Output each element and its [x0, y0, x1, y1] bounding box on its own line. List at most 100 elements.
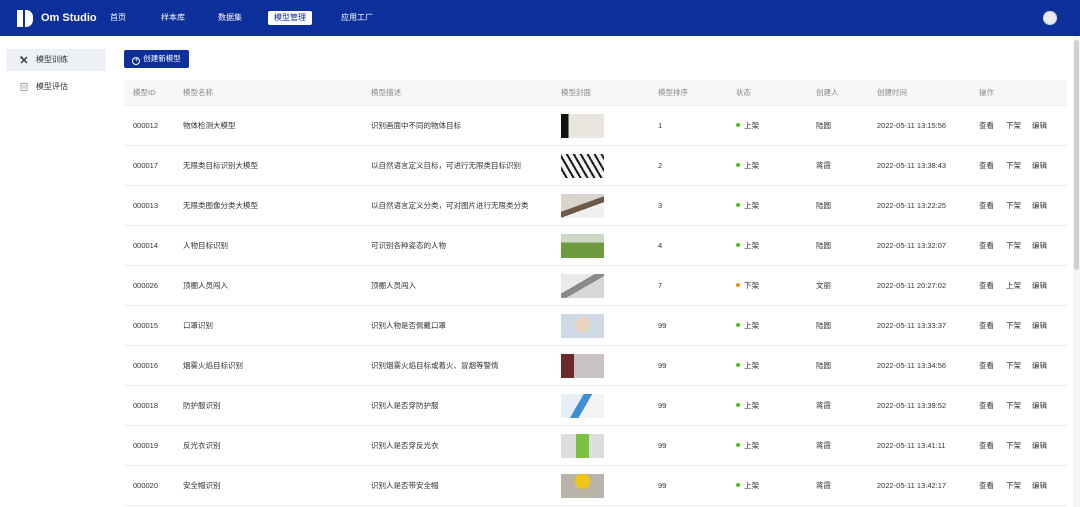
toggle-shelf-link[interactable]: 下架 [1006, 306, 1021, 346]
edit-link[interactable]: 编辑 [1032, 186, 1047, 226]
status-label: 上架 [744, 161, 759, 170]
status-dot-icon [736, 123, 740, 127]
view-link[interactable]: 查看 [979, 186, 994, 226]
status-label: 上架 [744, 441, 759, 450]
status-badge: 上架 [736, 466, 759, 506]
column-header-name: 模型名称 [183, 88, 213, 97]
view-link[interactable]: 查看 [979, 266, 994, 306]
table-row: 000019 反光衣识别 识别人是否穿反光衣 99 上架 蒋霞 2022-05-11 13:… [124, 426, 1067, 466]
table-row: 000014 人物目标识别 可识别各种姿态的人物 4 上架 陆圆 2022-05-11 13… [124, 226, 1067, 266]
cell-created-time: 2022-05-11 13:22:25 [877, 201, 947, 210]
edit-link[interactable]: 编辑 [1032, 306, 1047, 346]
edit-link[interactable]: 编辑 [1032, 426, 1047, 466]
column-header-created-time: 创建时间 [877, 88, 907, 97]
status-dot-icon [736, 203, 740, 207]
cell-model-name: 物体检测大模型 [183, 121, 236, 130]
toggle-shelf-link[interactable]: 下架 [1006, 426, 1021, 466]
toggle-shelf-link[interactable]: 下架 [1006, 226, 1021, 266]
column-header-rank: 模型排序 [658, 88, 688, 97]
cell-created-time: 2022-05-11 13:39:52 [877, 401, 947, 410]
cell-model-rank: 1 [658, 121, 663, 130]
cell-creator: 陆圆 [816, 121, 831, 130]
cell-model-id: 000018 [133, 401, 159, 410]
cell-model-rank: 99 [658, 361, 667, 370]
cell-model-rank: 99 [658, 321, 667, 330]
status-badge: 上架 [736, 146, 759, 186]
edit-link[interactable]: 编辑 [1032, 106, 1047, 146]
edit-link[interactable]: 编辑 [1032, 226, 1047, 266]
create-model-button[interactable]: + 创建新模型 [124, 50, 189, 68]
view-link[interactable]: 查看 [979, 466, 994, 506]
view-link[interactable]: 查看 [979, 226, 994, 266]
edit-link[interactable]: 编辑 [1032, 266, 1047, 306]
status-label: 上架 [744, 241, 759, 250]
view-link[interactable]: 查看 [979, 346, 994, 386]
cell-model-name: 烟雾火焰目标识别 [183, 361, 243, 370]
scrollbar-thumb[interactable] [1074, 40, 1079, 270]
cell-model-description: 以自然语言定义分类，可对图片进行无限类分类 [371, 201, 529, 210]
edit-link[interactable]: 编辑 [1032, 466, 1047, 506]
cell-creator: 蒋霞 [816, 401, 831, 410]
sidebar-item-label: 模型评估 [36, 82, 68, 91]
nav-item-sample-library[interactable]: 样本库 [161, 11, 185, 25]
sidebar-item-model-training[interactable]: 模型训练 [6, 49, 106, 71]
nav-item-home[interactable]: 首页 [110, 11, 126, 25]
cell-created-time: 2022-05-11 13:41:11 [877, 441, 946, 450]
cell-model-name: 防护服识别 [183, 401, 221, 410]
cell-model-rank: 99 [658, 481, 667, 490]
nav-item-model-management[interactable]: 模型管理 [268, 11, 312, 25]
toggle-shelf-link[interactable]: 下架 [1006, 146, 1021, 186]
edit-link[interactable]: 编辑 [1032, 346, 1047, 386]
toggle-shelf-link[interactable]: 下架 [1006, 346, 1021, 386]
status-label: 上架 [744, 121, 759, 130]
cell-created-time: 2022-05-11 13:34:56 [877, 361, 947, 370]
edit-link[interactable]: 编辑 [1032, 146, 1047, 186]
page-scrollbar[interactable] [1073, 36, 1080, 507]
cell-creator: 陆圆 [816, 241, 831, 250]
cell-created-time: 2022-05-11 13:15:56 [877, 121, 947, 130]
view-link[interactable]: 查看 [979, 106, 994, 146]
cell-creator: 蒋霞 [816, 441, 831, 450]
cell-model-id: 000026 [133, 281, 159, 290]
status-label: 下架 [744, 281, 759, 290]
top-navigation-bar: Om Studio 首页 样本库 数据集 模型管理 应用工厂 [0, 0, 1080, 36]
cell-created-time: 2022-05-11 13:33:37 [877, 321, 947, 330]
table-row: 000015 口罩识别 识别人物是否佩戴口罩 99 上架 陆圆 2022-05-11 13:… [124, 306, 1067, 346]
sidebar-item-label: 模型训练 [36, 55, 68, 64]
user-avatar[interactable] [1043, 11, 1057, 25]
cell-model-id: 000019 [133, 441, 159, 450]
sidebar: 模型训练 模型评估 [0, 36, 114, 507]
cell-creator: 陆圆 [816, 361, 831, 370]
status-badge: 下架 [736, 266, 759, 306]
cell-model-rank: 7 [658, 281, 663, 290]
cell-model-description: 以自然语言定义目标，可进行无限类目标识别 [371, 161, 521, 170]
toggle-shelf-link[interactable]: 下架 [1006, 186, 1021, 226]
sidebar-item-model-evaluation[interactable]: 模型评估 [6, 76, 106, 98]
model-cover-image [561, 314, 604, 338]
view-link[interactable]: 查看 [979, 426, 994, 466]
plus-circle-icon: + [132, 57, 141, 65]
cell-model-id: 000014 [133, 241, 159, 250]
status-dot-icon [736, 483, 740, 487]
toggle-shelf-link[interactable]: 上架 [1006, 266, 1021, 306]
app-logo[interactable]: Om Studio [17, 9, 97, 27]
main-panel: + 创建新模型 模型ID 模型名称 模型描述 模型封面 模型排序 状态 创建人 创… [114, 36, 1080, 507]
status-dot-icon [736, 283, 740, 287]
nav-item-dataset[interactable]: 数据集 [218, 11, 242, 25]
toggle-shelf-link[interactable]: 下架 [1006, 106, 1021, 146]
table-row: 000012 物体检测大模型 识别画面中不同的物体目标 1 上架 陆圆 2022-05-11… [124, 106, 1067, 146]
cell-model-rank: 99 [658, 441, 667, 450]
cell-model-description: 识别人是否穿防护服 [371, 401, 439, 410]
view-link[interactable]: 查看 [979, 146, 994, 186]
view-link[interactable]: 查看 [979, 386, 994, 426]
status-dot-icon [736, 323, 740, 327]
status-label: 上架 [744, 321, 759, 330]
nav-item-app-factory[interactable]: 应用工厂 [341, 11, 373, 25]
edit-link[interactable]: 编辑 [1032, 386, 1047, 426]
toggle-shelf-link[interactable]: 下架 [1006, 466, 1021, 506]
cell-created-time: 2022-05-11 13:32:07 [877, 241, 947, 250]
view-link[interactable]: 查看 [979, 306, 994, 346]
cell-created-time: 2022-05-11 13:38:43 [877, 161, 947, 170]
toggle-shelf-link[interactable]: 下架 [1006, 386, 1021, 426]
cell-model-name: 无限类目标识别大模型 [183, 161, 258, 170]
